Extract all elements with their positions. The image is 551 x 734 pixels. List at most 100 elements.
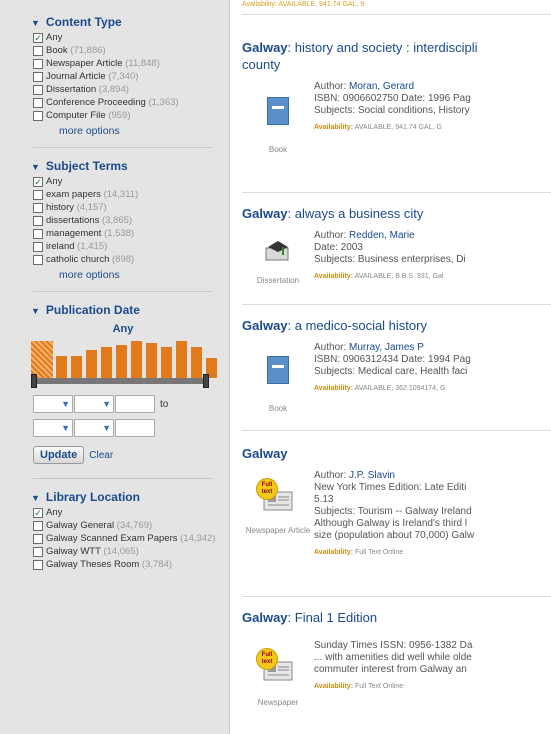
author-link[interactable]: J.P. Slavin [349,470,395,481]
option-ireland[interactable]: ireland (1,415) [33,240,221,253]
book-icon [267,356,289,384]
chevron-down-icon: ▼ [61,423,70,433]
option-any[interactable]: ✓ Any [33,175,221,188]
histogram-bar [146,343,157,378]
checkbox-galway-theses-room[interactable] [33,560,43,570]
histogram-bar [31,341,53,378]
newspaper-icon: Full text [256,648,294,682]
checkbox-catholic-church[interactable] [33,255,43,265]
collapse-triangle-icon[interactable]: ▼ [31,306,40,316]
histogram-bar [131,341,142,378]
from-year-input[interactable] [115,395,155,413]
checkbox-dissertation[interactable] [33,85,43,95]
checkbox-exam-papers[interactable] [33,190,43,200]
to-month-select[interactable]: ▼ [74,419,114,437]
option-galway-general[interactable]: Galway General (34,769) [33,519,221,532]
option-history[interactable]: history (4,157) [33,201,221,214]
update-button[interactable]: Update [33,446,85,464]
result-title-link[interactable]: Galway: always a business city [242,205,551,222]
availability: Availability: Full Text Online [314,683,404,690]
option-computer-file[interactable]: Computer File (959) [33,109,221,122]
newspaper-icon: Full text [256,478,294,512]
histogram-bar [86,350,97,378]
option-book[interactable]: Book (71,886) [33,44,221,57]
collapse-triangle-icon[interactable]: ▼ [31,162,40,172]
date-slider-handle-start[interactable] [31,374,37,388]
date-range-label: Any [112,323,134,335]
result-title-link[interactable]: Galway: history and society : interdisci… [242,39,551,56]
checkbox-any[interactable]: ✓ [33,508,43,518]
book-icon [267,97,289,125]
to-day-select[interactable]: ▼ [33,419,73,437]
option-management[interactable]: management (1,538) [33,227,221,240]
histogram-bar [116,345,127,378]
checkbox-newspaper-article[interactable] [33,59,43,69]
more-options-link-subject-terms[interactable]: more options [33,266,221,286]
checkbox-book[interactable] [33,46,43,56]
format-label: Book [268,145,288,154]
facet-title-subject-terms[interactable]: ▼ Subject Terms [31,157,221,175]
option-any[interactable]: ✓ Any [33,506,221,519]
option-dissertations[interactable]: dissertations (3,865) [33,214,221,227]
result-title-continued[interactable]: county [242,56,551,73]
checkbox-dissertations[interactable] [33,216,43,226]
results-list: Availability: AVAILABLE, 941.74 GAL, 9 G… [242,0,551,734]
format-label: Newspaper [257,698,299,707]
author-link[interactable]: Redden, Marie [349,230,415,241]
option-galway-wtt[interactable]: Galway WTT (14,065) [33,545,221,558]
format-column: Dissertation [242,230,314,286]
result-title-link[interactable]: Galway [242,445,551,462]
result-body: Full text Newspaper Sunday Times ISSN: 0… [242,640,551,708]
clear-link[interactable]: Clear [89,450,113,461]
from-day-select[interactable]: ▼ [33,395,73,413]
date-slider-track[interactable] [31,374,209,388]
option-galway-theses-room[interactable]: Galway Theses Room (3,784) [33,558,221,571]
dissertation-icon [264,238,292,262]
from-month-select[interactable]: ▼ [74,395,114,413]
option-any[interactable]: ✓ Any [33,31,221,44]
result-record: Galway Full text Newspaper Article Autho… [242,430,551,596]
facet-title-library-location[interactable]: ▼ Library Location [31,488,221,506]
checkbox-ireland[interactable] [33,242,43,252]
refine-sidebar: ▼ Content Type ✓ Any Book (71,886) Newspap… [0,0,230,734]
to-year-input[interactable] [115,419,155,437]
checkbox-history[interactable] [33,203,43,213]
checkbox-galway-general[interactable] [33,521,43,531]
option-journal-article[interactable]: Journal Article (7,340) [33,70,221,83]
checkbox-galway-scanned-exam-papers[interactable] [33,534,43,544]
date-from-row: ▼ ▼ to [33,394,221,414]
collapse-triangle-icon[interactable]: ▼ [31,493,40,503]
checkbox-any[interactable]: ✓ [33,33,43,43]
format-column: Book [242,81,314,155]
histogram-bar [176,341,187,378]
date-histogram[interactable] [31,341,217,378]
author-link[interactable]: Murray, James P [349,342,424,353]
date-slider-handle-end[interactable] [203,374,209,388]
checkbox-journal-article[interactable] [33,72,43,82]
facet-title-content-type[interactable]: ▼ Content Type [31,13,221,31]
option-dissertation[interactable]: Dissertation (3,894) [33,83,221,96]
availability: Availability: Full Text Online [314,549,404,556]
option-conference-proceeding[interactable]: Conference Proceeding (1,363) [33,96,221,109]
checkbox-management[interactable] [33,229,43,239]
to-label: to [160,398,169,410]
facet-subject-terms: ▼ Subject Terms ✓ Any exam papers (14,311)… [0,157,229,286]
checkbox-computer-file[interactable] [33,111,43,121]
format-column: Book [242,342,314,414]
result-record: Galway: Final 1 Edition Full text Newspa… [242,596,551,726]
result-title-link[interactable]: Galway: a medico-social history [242,317,551,334]
facet-title-publication-date[interactable]: ▼ Publication Date [31,301,221,319]
checkbox-conference-proceeding[interactable] [33,98,43,108]
more-options-link-content-type[interactable]: more options [33,122,221,142]
collapse-triangle-icon[interactable]: ▼ [31,18,40,28]
result-title-link[interactable]: Galway: Final 1 Edition [242,609,551,626]
option-galway-scanned-exam-papers[interactable]: Galway Scanned Exam Papers (14,342) [33,532,221,545]
option-catholic-church[interactable]: catholic church (898) [33,253,221,266]
result-record: Galway: history and society : interdisci… [242,14,551,192]
divider [33,147,212,148]
option-exam-papers[interactable]: exam papers (14,311) [33,188,221,201]
checkbox-galway-wtt[interactable] [33,547,43,557]
checkbox-any[interactable]: ✓ [33,177,43,187]
option-newspaper-article[interactable]: Newspaper Article (11,848) [33,57,221,70]
author-link[interactable]: Moran, Gerard [349,81,414,92]
